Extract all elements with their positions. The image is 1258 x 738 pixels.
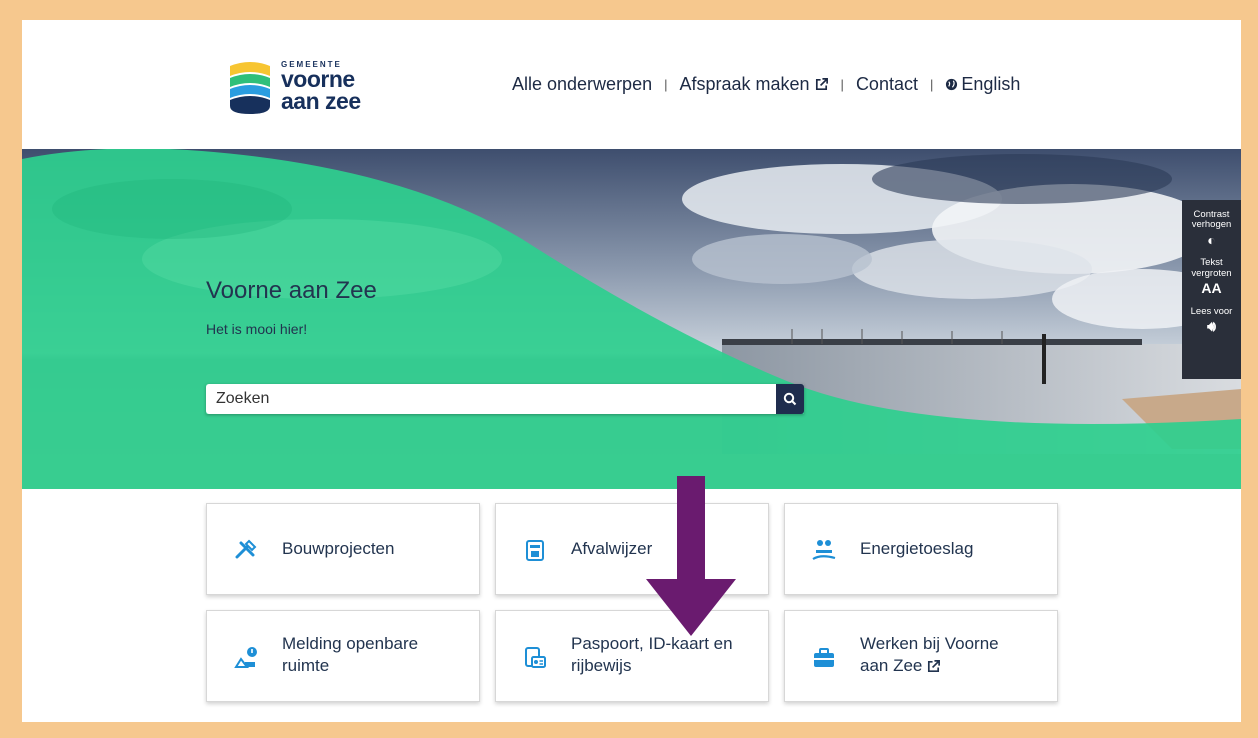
- logo-waves-icon: [230, 62, 270, 114]
- text-size-label-2: vergroten: [1191, 267, 1232, 279]
- nav-link-english[interactable]: English: [945, 74, 1020, 95]
- energy-hand-icon: [812, 540, 836, 560]
- tile-label-line-2: rijbewijs: [571, 656, 632, 676]
- hero-background-image: [22, 149, 1241, 489]
- hero-subtitle: Het is mooi hier!: [206, 321, 308, 337]
- search-button[interactable]: [776, 384, 804, 414]
- nav-label: English: [961, 74, 1021, 94]
- nav-label: Contact: [855, 74, 918, 94]
- nav-label: Alle onderwerpen: [512, 74, 653, 94]
- tile-melding-openbare-ruimte[interactable]: Melding openbare ruimte: [206, 610, 480, 702]
- read-aloud-button[interactable]: Lees voor 🔊︎: [1182, 297, 1241, 335]
- logo-line-2: aan zee: [281, 88, 361, 114]
- search-icon: [783, 392, 797, 406]
- accessibility-toolbar: Contrast verhogen ◐ Tekst vergroten AA L…: [1182, 200, 1241, 379]
- nav-separator: |: [840, 77, 844, 92]
- tile-label: Afvalwijzer: [571, 539, 653, 558]
- search-input[interactable]: [206, 384, 776, 414]
- tile-label-line-1: Melding openbare: [282, 634, 419, 653]
- nav-link-alle-onderwerpen[interactable]: Alle onderwerpen: [512, 74, 652, 95]
- text-size-icon: AA: [1201, 280, 1222, 297]
- tile-bouwprojecten[interactable]: Bouwprojecten: [206, 503, 480, 595]
- annotation-arrow-icon: [646, 476, 736, 636]
- nav-separator: |: [929, 77, 934, 92]
- nav-label: Afspraak maken: [679, 74, 810, 94]
- top-navigation: Alle onderwerpen | Afspraak maken | Cont…: [512, 74, 1020, 95]
- external-link-icon: [928, 659, 941, 672]
- tile-werken-bij[interactable]: Werken bij Voorne aan Zee: [784, 610, 1058, 702]
- tile-label-line-2: ruimte: [282, 656, 330, 676]
- globe-icon: [946, 78, 958, 91]
- nav-link-afspraak-maken[interactable]: Afspraak maken: [679, 74, 828, 95]
- page-frame: GEMEENTE voorne aan zee Alle onderwerpen…: [22, 20, 1241, 722]
- contrast-icon: ◐: [1207, 231, 1216, 248]
- tile-label: Energietoeslag: [860, 539, 974, 558]
- search-bar: [206, 384, 804, 414]
- briefcase-icon: [814, 648, 834, 667]
- nav-separator: |: [664, 77, 668, 92]
- text-size-toggle[interactable]: Tekst vergroten AA: [1182, 248, 1241, 296]
- external-link-icon: [815, 78, 828, 91]
- hero-title: Voorne aan Zee: [206, 277, 377, 304]
- id-card-icon: [525, 647, 546, 668]
- logo[interactable]: GEMEENTE voorne aan zee: [227, 58, 361, 116]
- tile-energietoeslag[interactable]: Energietoeslag: [784, 503, 1058, 595]
- nav-link-contact[interactable]: Contact: [856, 74, 918, 95]
- tools-icon: [235, 539, 257, 559]
- contrast-label-2: verhogen: [1191, 219, 1232, 231]
- tile-label-line-2: aan Zee: [860, 656, 923, 676]
- tile-label-line-1: Werken bij Voorne: [860, 634, 999, 653]
- waste-bin-icon: [526, 540, 544, 561]
- contrast-toggle[interactable]: Contrast verhogen ◐: [1182, 200, 1241, 248]
- speaker-icon: 🔊︎: [1207, 317, 1216, 334]
- report-icon: [234, 647, 257, 668]
- read-aloud-label: Lees voor: [1190, 305, 1233, 317]
- tile-label: Bouwprojecten: [282, 539, 395, 558]
- hero-banner: Voorne aan Zee Het is mooi hier!: [22, 149, 1241, 489]
